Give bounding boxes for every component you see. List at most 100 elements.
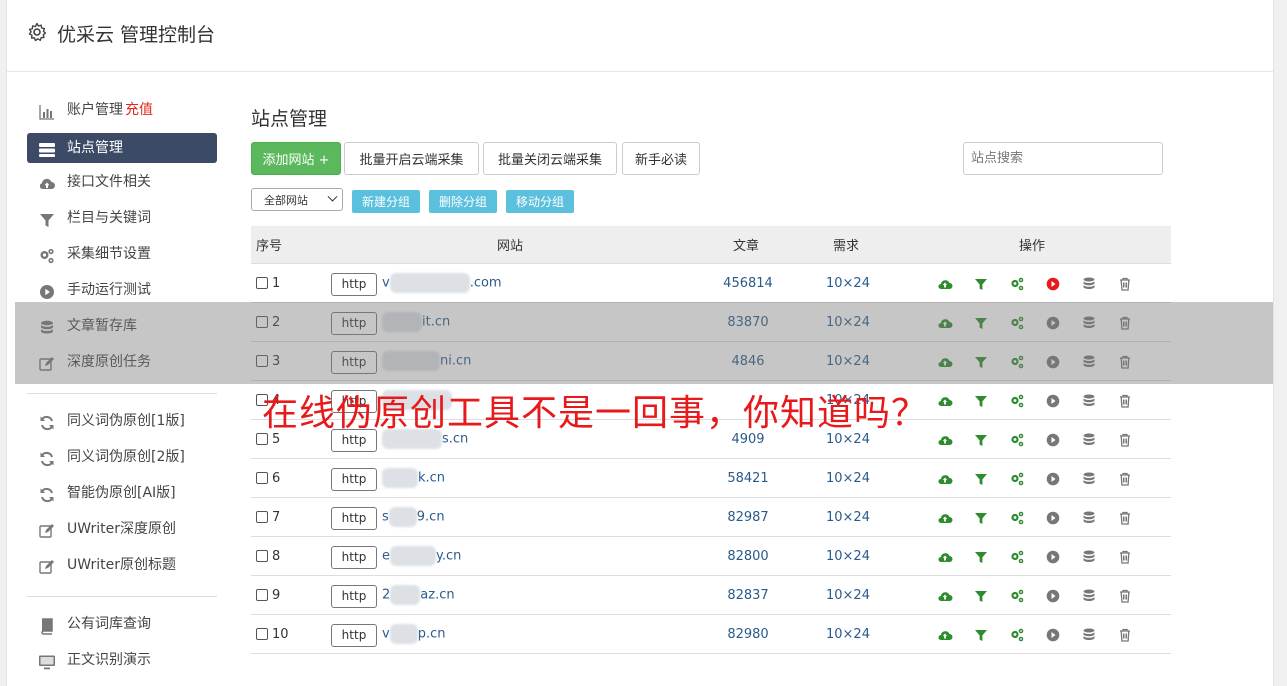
cogs-icon[interactable] — [1009, 471, 1025, 487]
demand-value[interactable]: 10×24 — [823, 498, 873, 536]
filter-icon[interactable] — [973, 471, 989, 487]
row-checkbox[interactable] — [256, 316, 268, 328]
row-checkbox[interactable] — [256, 589, 268, 601]
site-domain[interactable]: s 9.cn — [382, 507, 445, 527]
cloud-upload-icon[interactable] — [937, 276, 953, 292]
cloud-upload-icon[interactable] — [937, 471, 953, 487]
row-checkbox[interactable] — [256, 277, 268, 289]
play-circle-icon[interactable] — [1045, 588, 1061, 604]
http-toggle[interactable]: http — [331, 311, 377, 335]
cloud-upload-icon[interactable] — [937, 354, 953, 370]
cogs-icon[interactable] — [1009, 393, 1025, 409]
demand-value[interactable]: 10×24 — [823, 303, 873, 341]
row-checkbox[interactable] — [256, 511, 268, 523]
filter-icon[interactable] — [973, 588, 989, 604]
sidebar-item-book[interactable]: 公有词库查询 — [27, 609, 217, 645]
sidebar-item-edit[interactable]: UWriter原创标题 — [27, 550, 217, 586]
play-circle-icon[interactable] — [1045, 276, 1061, 292]
play-circle-icon[interactable] — [1045, 510, 1061, 526]
trash-icon[interactable] — [1117, 354, 1133, 370]
cogs-icon[interactable] — [1009, 588, 1025, 604]
cogs-icon[interactable] — [1009, 549, 1025, 565]
filter-icon[interactable] — [973, 354, 989, 370]
article-count[interactable]: 82980 — [723, 615, 773, 653]
group-select[interactable]: 全部网站 — [251, 188, 343, 211]
http-toggle[interactable]: http — [331, 506, 377, 530]
play-circle-icon[interactable] — [1045, 471, 1061, 487]
sidebar-item-monitor[interactable]: 正文识别演示 — [27, 645, 217, 681]
site-domain[interactable]: ni.cn — [382, 351, 471, 371]
sidebar-item-edit[interactable]: 深度原创任务 — [27, 347, 217, 383]
database-icon[interactable] — [1081, 510, 1097, 526]
demand-value[interactable]: 10×24 — [823, 576, 873, 614]
play-circle-icon[interactable] — [1045, 393, 1061, 409]
article-count[interactable]: 82987 — [723, 498, 773, 536]
cogs-icon[interactable] — [1009, 354, 1025, 370]
cogs-icon[interactable] — [1009, 627, 1025, 643]
cogs-icon[interactable] — [1009, 432, 1025, 448]
demand-value[interactable]: 10×24 — [823, 615, 873, 653]
trash-icon[interactable] — [1117, 315, 1133, 331]
demand-value[interactable]: 10×24 — [823, 264, 873, 302]
database-icon[interactable] — [1081, 549, 1097, 565]
trash-icon[interactable] — [1117, 510, 1133, 526]
cogs-icon[interactable] — [1009, 315, 1025, 331]
cloud-upload-icon[interactable] — [937, 510, 953, 526]
cloud-upload-icon[interactable] — [937, 549, 953, 565]
filter-icon[interactable] — [973, 549, 989, 565]
sidebar-item-refresh[interactable]: 同义词伪原创[1版] — [27, 406, 217, 442]
cloud-upload-icon[interactable] — [937, 432, 953, 448]
demand-value[interactable]: 10×24 — [823, 342, 873, 380]
play-circle-icon[interactable] — [1045, 549, 1061, 565]
sidebar-item-cogs[interactable]: 采集细节设置 — [27, 239, 217, 275]
article-count[interactable]: 456814 — [723, 264, 773, 302]
batch-open-button[interactable]: 批量开启云端采集 — [344, 142, 479, 175]
row-checkbox[interactable] — [256, 628, 268, 640]
site-search-input[interactable] — [963, 142, 1163, 175]
trash-icon[interactable] — [1117, 276, 1133, 292]
database-icon[interactable] — [1081, 588, 1097, 604]
database-icon[interactable] — [1081, 315, 1097, 331]
delete-group-button[interactable]: 删除分组 — [429, 190, 497, 213]
site-domain[interactable]: it.cn — [382, 312, 450, 332]
database-icon[interactable] — [1081, 354, 1097, 370]
article-count[interactable]: 4846 — [723, 342, 773, 380]
filter-icon[interactable] — [973, 315, 989, 331]
http-toggle[interactable]: http — [331, 350, 377, 374]
trash-icon[interactable] — [1117, 627, 1133, 643]
http-toggle[interactable]: http — [331, 545, 377, 569]
filter-icon[interactable] — [973, 627, 989, 643]
demand-value[interactable]: 10×24 — [823, 459, 873, 497]
http-toggle[interactable]: http — [331, 272, 377, 296]
sidebar-item-play-circle[interactable]: 手动运行测试 — [27, 275, 217, 311]
site-domain[interactable]: 2 az.cn — [382, 585, 455, 605]
sidebar-item-refresh[interactable]: 智能伪原创[AI版] — [27, 478, 217, 514]
database-icon[interactable] — [1081, 432, 1097, 448]
batch-close-button[interactable]: 批量关闭云端采集 — [483, 142, 617, 175]
sidebar-item-refresh[interactable]: 同义词伪原创[2版] — [27, 442, 217, 478]
play-circle-icon[interactable] — [1045, 627, 1061, 643]
cloud-upload-icon[interactable] — [937, 315, 953, 331]
demand-value[interactable]: 10×24 — [823, 537, 873, 575]
site-domain[interactable]: e y.cn — [382, 546, 461, 566]
add-site-button[interactable]: 添加网站 + — [251, 142, 341, 175]
filter-icon[interactable] — [973, 510, 989, 526]
site-domain[interactable]: v p.cn — [382, 624, 445, 644]
cloud-upload-icon[interactable] — [937, 627, 953, 643]
sidebar-item-edit[interactable]: UWriter深度原创 — [27, 514, 217, 550]
cloud-upload-icon[interactable] — [937, 588, 953, 604]
filter-icon[interactable] — [973, 276, 989, 292]
row-checkbox[interactable] — [256, 550, 268, 562]
article-count[interactable]: 58421 — [723, 459, 773, 497]
http-toggle[interactable]: http — [331, 467, 377, 491]
newbie-guide-button[interactable]: 新手必读 — [622, 142, 700, 175]
trash-icon[interactable] — [1117, 471, 1133, 487]
sidebar-item-cloud-upload[interactable]: 接口文件相关 — [27, 167, 217, 203]
row-checkbox[interactable] — [256, 355, 268, 367]
recharge-link[interactable]: 充值 — [125, 102, 153, 118]
database-icon[interactable] — [1081, 627, 1097, 643]
play-circle-icon[interactable] — [1045, 315, 1061, 331]
filter-icon[interactable] — [973, 432, 989, 448]
article-count[interactable]: 82837 — [723, 576, 773, 614]
trash-icon[interactable] — [1117, 432, 1133, 448]
